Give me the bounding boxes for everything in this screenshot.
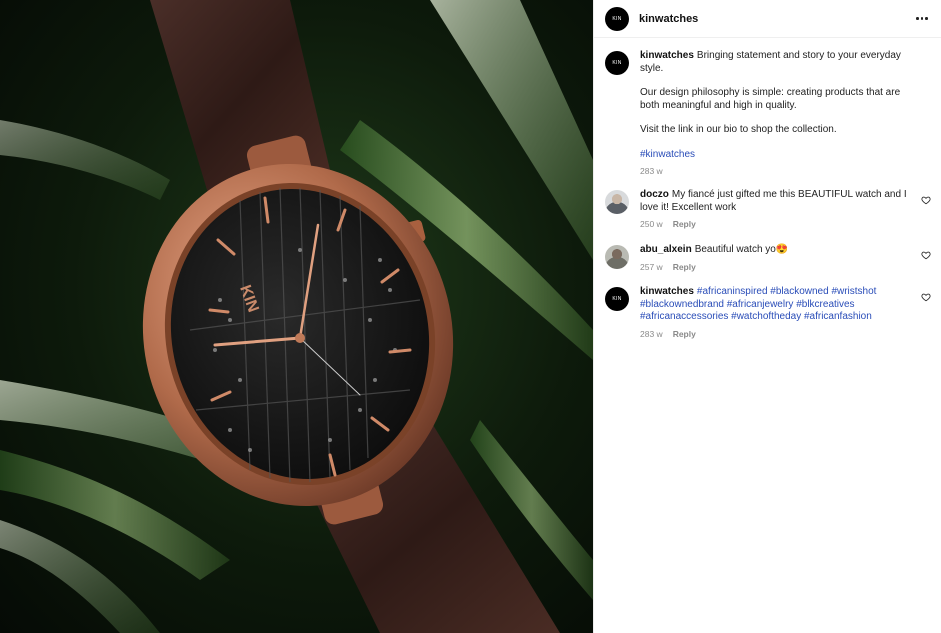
- comment-username[interactable]: abu_alxein: [640, 244, 692, 255]
- account-username[interactable]: kinwatches: [639, 13, 698, 25]
- caption-line3: Visit the link in our bio to shop the co…: [640, 124, 837, 136]
- comment-username[interactable]: doczo: [640, 189, 669, 200]
- commenter-avatar[interactable]: KIN: [605, 287, 629, 312]
- comment-item: doczo My fiancé just gifted me this BEAUT…: [605, 189, 931, 231]
- reply-button[interactable]: Reply: [673, 218, 696, 231]
- comment-username[interactable]: kinwatches: [640, 286, 694, 297]
- caption-line2: Our design philosophy is simple: creatin…: [640, 87, 901, 111]
- caption: KIN kinwatches Bringing statement and sto…: [605, 50, 931, 177]
- heart-icon[interactable]: [921, 195, 931, 205]
- reply-button[interactable]: Reply: [673, 328, 696, 341]
- comment-time[interactable]: 250 w: [640, 218, 663, 231]
- reply-button[interactable]: Reply: [673, 261, 696, 274]
- comment-time[interactable]: 257 w: [640, 261, 663, 274]
- post-image[interactable]: KIN: [0, 0, 593, 633]
- comment-time[interactable]: 283 w: [640, 328, 663, 341]
- commenter-avatar[interactable]: [605, 190, 629, 215]
- account-avatar[interactable]: KIN: [605, 6, 629, 31]
- comment-item: abu_alxein Beautiful watch yo😍 257 w Repl…: [605, 244, 931, 273]
- comment-text: Beautiful watch yo😍: [694, 243, 789, 255]
- heart-icon[interactable]: [921, 292, 931, 302]
- heart-icon[interactable]: [921, 250, 931, 260]
- caption-avatar[interactable]: KIN: [605, 51, 629, 75]
- caption-username[interactable]: kinwatches: [640, 50, 694, 61]
- commenter-avatar[interactable]: [605, 244, 629, 269]
- comment-text: My fiancé just gifted me this BEAUTIFUL …: [640, 189, 907, 213]
- post-header: KIN kinwatches: [594, 0, 941, 38]
- comments-list: KIN kinwatches Bringing statement and sto…: [594, 38, 941, 341]
- caption-time[interactable]: 283 w: [640, 165, 663, 178]
- watch-photo: KIN: [0, 0, 593, 633]
- comment-item: KIN kinwatches #africaninspired #blackown…: [605, 286, 931, 340]
- caption-hashtag[interactable]: #kinwatches: [640, 149, 922, 162]
- logo-text: KIN: [612, 15, 622, 22]
- more-horizontal-icon[interactable]: [913, 10, 931, 28]
- post-panel: KIN kinwatches KIN kinwatches Bringing st…: [593, 0, 941, 633]
